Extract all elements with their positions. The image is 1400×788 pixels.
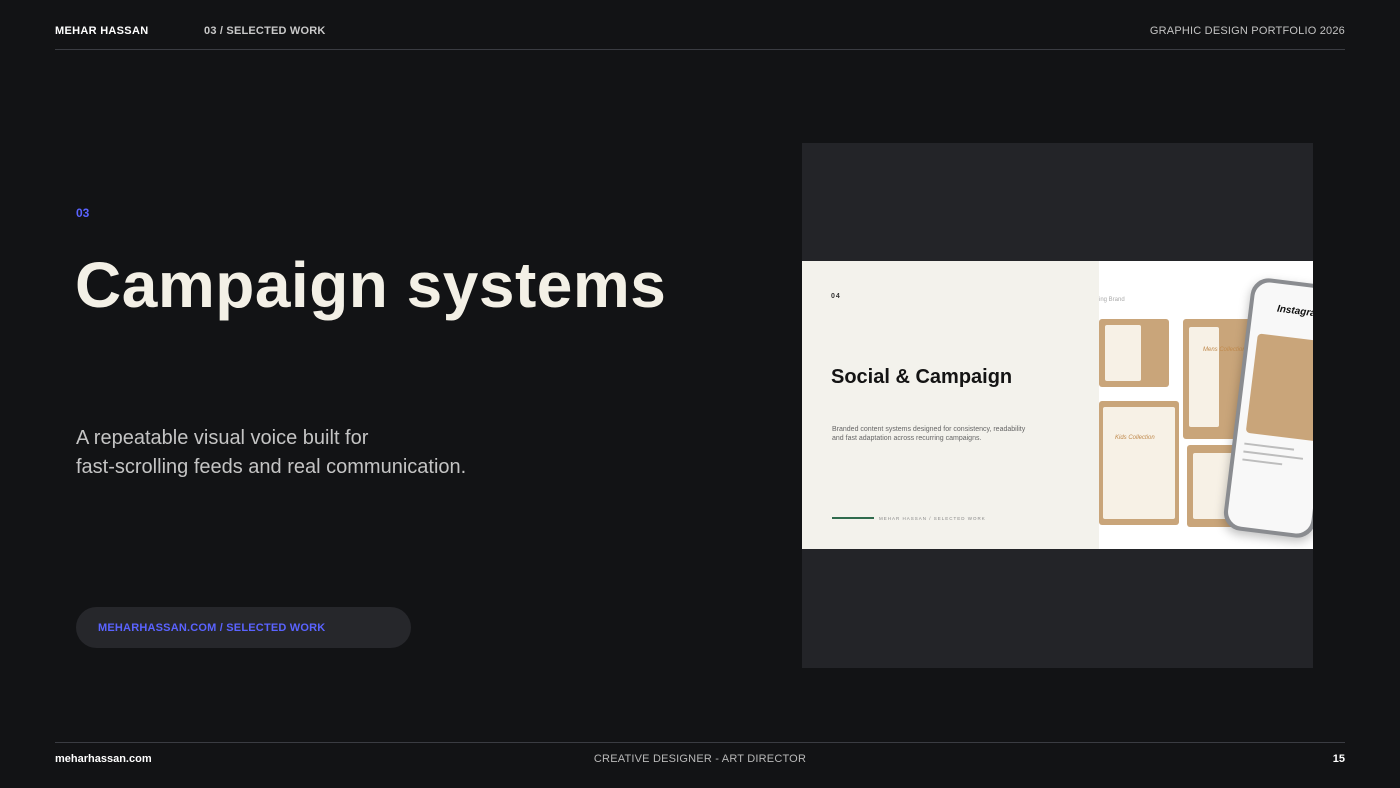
caption-line bbox=[1243, 450, 1304, 460]
caption-line bbox=[1244, 442, 1295, 451]
slide-description: Branded content systems designed for con… bbox=[832, 425, 1052, 443]
slide-description-line: and fast adaptation across recurring cam… bbox=[832, 435, 982, 442]
work-preview-frame: 04 Social & Campaign Branded content sys… bbox=[802, 143, 1313, 668]
author-name: MEHAR HASSAN bbox=[55, 25, 149, 37]
slide-footer: MEHAR HASSAN / SELECTED WORK bbox=[879, 516, 986, 521]
section-number: 03 bbox=[76, 206, 90, 220]
post-card bbox=[1189, 327, 1219, 427]
description-line: fast-scrolling feeds and real communicat… bbox=[76, 456, 467, 478]
preview-slide: 04 Social & Campaign Branded content sys… bbox=[802, 261, 1313, 549]
page-description: A repeatable visual voice built for fast… bbox=[76, 424, 596, 482]
page-footer: meharhassan.com CREATIVE DESIGNER - ART … bbox=[55, 742, 1345, 788]
instagram-wordmark: Instagram bbox=[1276, 303, 1313, 321]
page-title: Campaign systems bbox=[75, 249, 667, 321]
post-caption: Mens Collection bbox=[1203, 347, 1246, 353]
website-pill-link[interactable]: MEHARHASSAN.COM / SELECTED WORK bbox=[76, 607, 411, 648]
caption-line bbox=[1242, 458, 1283, 466]
social-post-mockup: Kids Collection bbox=[1099, 401, 1179, 525]
mockup-brand-label: ing Brand bbox=[1099, 297, 1125, 303]
pill-label: MEHARHASSAN.COM / SELECTED WORK bbox=[98, 621, 326, 634]
post-card bbox=[1105, 325, 1141, 381]
slide-text-panel: 04 Social & Campaign Branded content sys… bbox=[802, 261, 1099, 549]
slide-description-line: Branded content systems designed for con… bbox=[832, 426, 1026, 433]
slide-accent-rule bbox=[832, 517, 874, 519]
page-header: MEHAR HASSAN 03 / SELECTED WORK GRAPHIC … bbox=[55, 0, 1345, 50]
slide-number: 04 bbox=[831, 293, 841, 300]
slide-mockup-panel: ing Brand Mens Collection Kids Collectio… bbox=[1099, 261, 1313, 549]
description-line: A repeatable visual voice built for bbox=[76, 427, 369, 449]
post-caption: Kids Collection bbox=[1115, 435, 1155, 441]
portfolio-label: GRAPHIC DESIGN PORTFOLIO 2026 bbox=[1149, 25, 1345, 37]
page-number: 15 bbox=[1332, 753, 1345, 765]
footer-role: CREATIVE DESIGNER - ART DIRECTOR bbox=[593, 753, 807, 765]
section-label: 03 / SELECTED WORK bbox=[204, 25, 326, 37]
post-image bbox=[1245, 333, 1313, 442]
slide-title: Social & Campaign bbox=[831, 366, 1013, 388]
social-post-mockup bbox=[1099, 319, 1169, 387]
post-card bbox=[1103, 407, 1175, 519]
